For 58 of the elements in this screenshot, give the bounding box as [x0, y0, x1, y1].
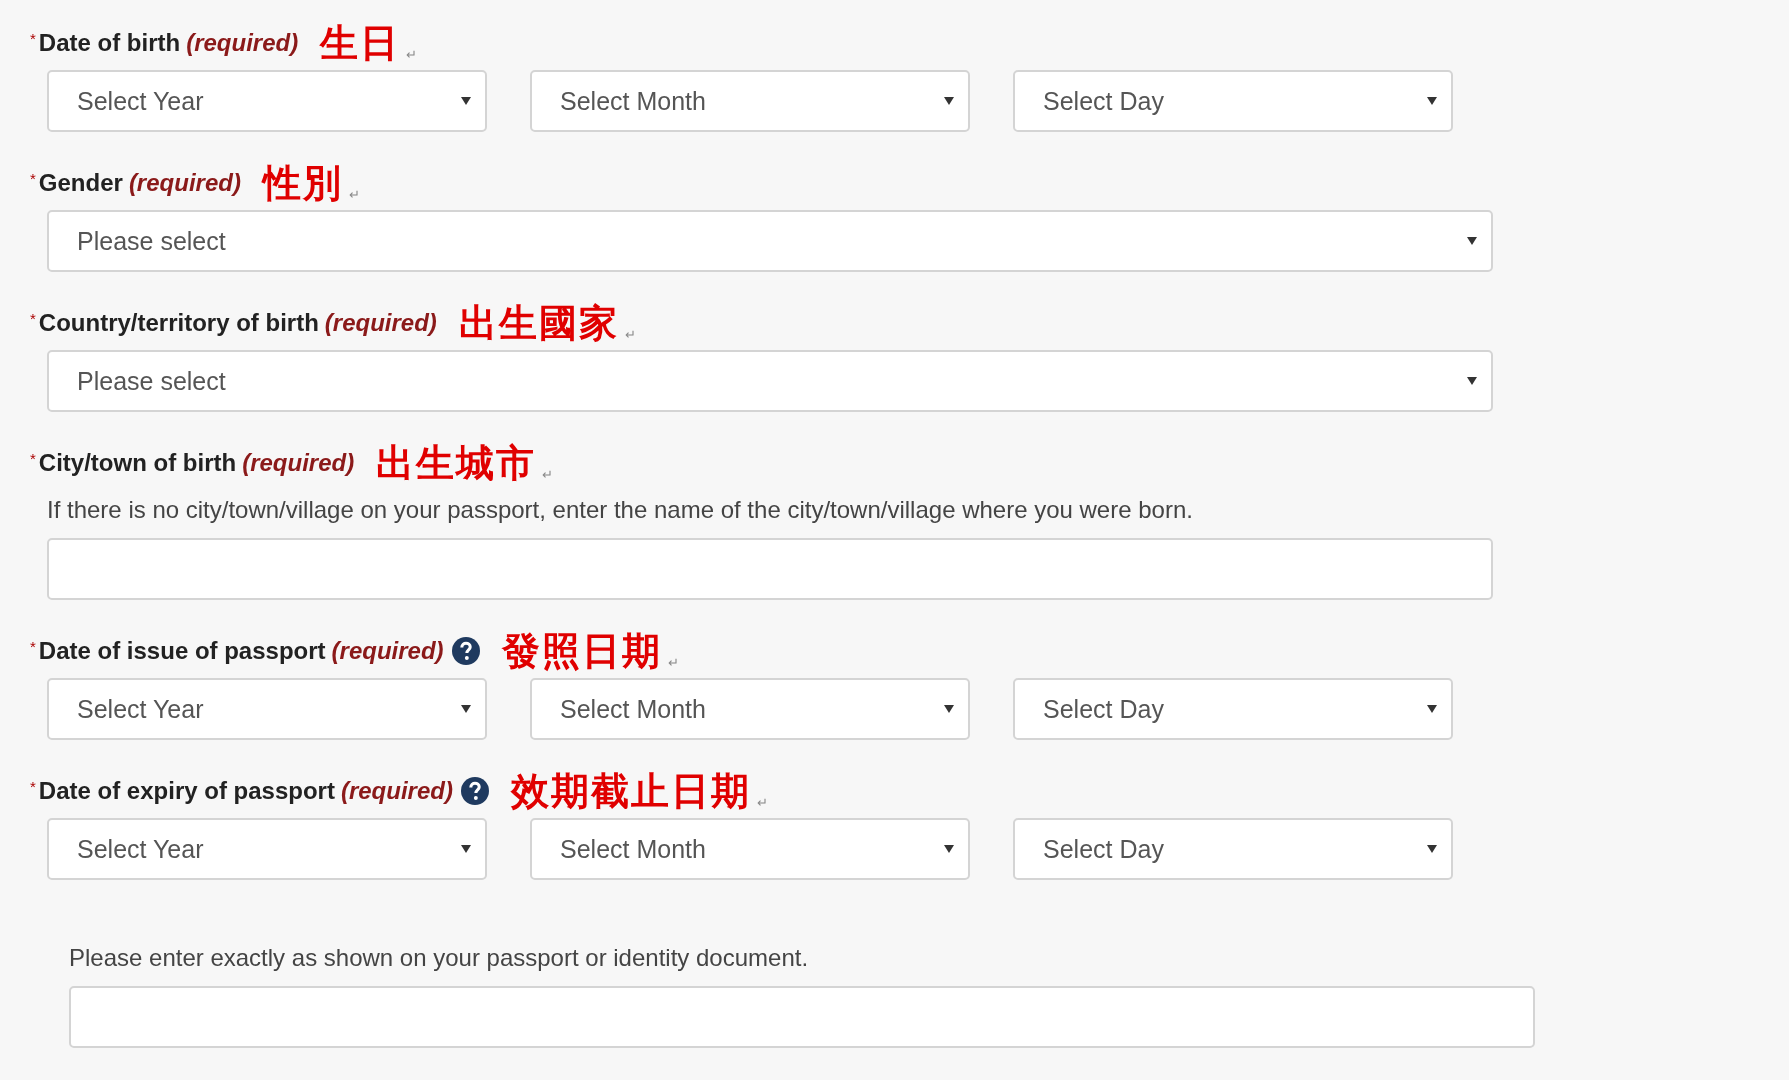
translation-note: 出生城市 — [376, 440, 537, 486]
input-field[interactable] — [69, 986, 1535, 1048]
required-note: (required) — [331, 637, 444, 665]
required-asterisk: * — [30, 170, 36, 187]
field-label: Date of expiry of passport — [38, 777, 335, 805]
select-dropdown[interactable]: Select Year — [47, 70, 487, 132]
required-asterisk: * — [30, 310, 36, 327]
caret-icon — [461, 705, 471, 713]
translation-note: 出生國家 — [458, 300, 619, 346]
select-dropdown[interactable]: Select Day — [1013, 70, 1453, 132]
return-mark: ↵ — [348, 187, 360, 202]
select-dropdown[interactable]: Select Day — [1013, 678, 1453, 740]
help-text: If there is no city/town/village on your passport, enter the name of the city/town/village where you were born. — [47, 496, 1194, 524]
caret-icon — [944, 705, 954, 713]
required-note: (required) — [128, 169, 241, 197]
required-note: (required) — [340, 777, 453, 805]
select-dropdown[interactable]: Select Month — [530, 818, 970, 880]
return-mark: ↵ — [756, 795, 768, 810]
select-dropdown[interactable]: Select Year — [47, 678, 487, 740]
translation-note: 發照日期 — [501, 628, 662, 674]
help-text: Please enter exactly as shown on your passport or identity document. — [69, 944, 810, 972]
field-label: Gender — [38, 169, 123, 197]
caret-icon — [944, 97, 954, 105]
caret-icon — [461, 845, 471, 853]
required-note: (required) — [186, 29, 299, 57]
required-note: (required) — [242, 449, 355, 477]
required-note: (required) — [324, 309, 437, 337]
caret-icon — [1467, 237, 1477, 245]
caret-icon — [1427, 97, 1437, 105]
translation-note: 性別 — [262, 160, 343, 206]
required-asterisk: * — [30, 450, 36, 467]
caret-icon — [1467, 377, 1477, 385]
return-mark: ↵ — [542, 467, 554, 482]
return-mark: ↵ — [624, 327, 636, 342]
select-dropdown[interactable]: Select Year — [47, 818, 487, 880]
return-mark: ↵ — [406, 47, 418, 62]
required-asterisk: * — [30, 778, 36, 795]
required-asterisk: * — [30, 638, 36, 655]
field-label: City/town of birth — [38, 449, 237, 477]
field-label: Date of birth — [38, 29, 181, 57]
select-dropdown[interactable]: Select Month — [530, 678, 970, 740]
select-dropdown[interactable]: Please select — [47, 210, 1493, 272]
caret-icon — [1427, 845, 1437, 853]
caret-icon — [944, 845, 954, 853]
select-dropdown[interactable]: Select Month — [530, 70, 970, 132]
caret-icon — [461, 97, 471, 105]
help-icon[interactable] — [451, 637, 480, 665]
field-label: Date of issue of passport — [38, 637, 326, 665]
caret-icon — [1427, 705, 1437, 713]
field-label: Country/territory of birth — [38, 309, 319, 337]
help-icon[interactable] — [460, 777, 489, 805]
translation-note: 生日 — [320, 20, 401, 66]
input-field[interactable] — [47, 538, 1493, 600]
select-dropdown[interactable]: Please select — [47, 350, 1493, 412]
required-asterisk: * — [30, 30, 36, 47]
translation-note: 效期截止日期 — [510, 768, 751, 814]
return-mark: ↵ — [667, 655, 679, 670]
select-dropdown[interactable]: Select Day — [1013, 818, 1453, 880]
